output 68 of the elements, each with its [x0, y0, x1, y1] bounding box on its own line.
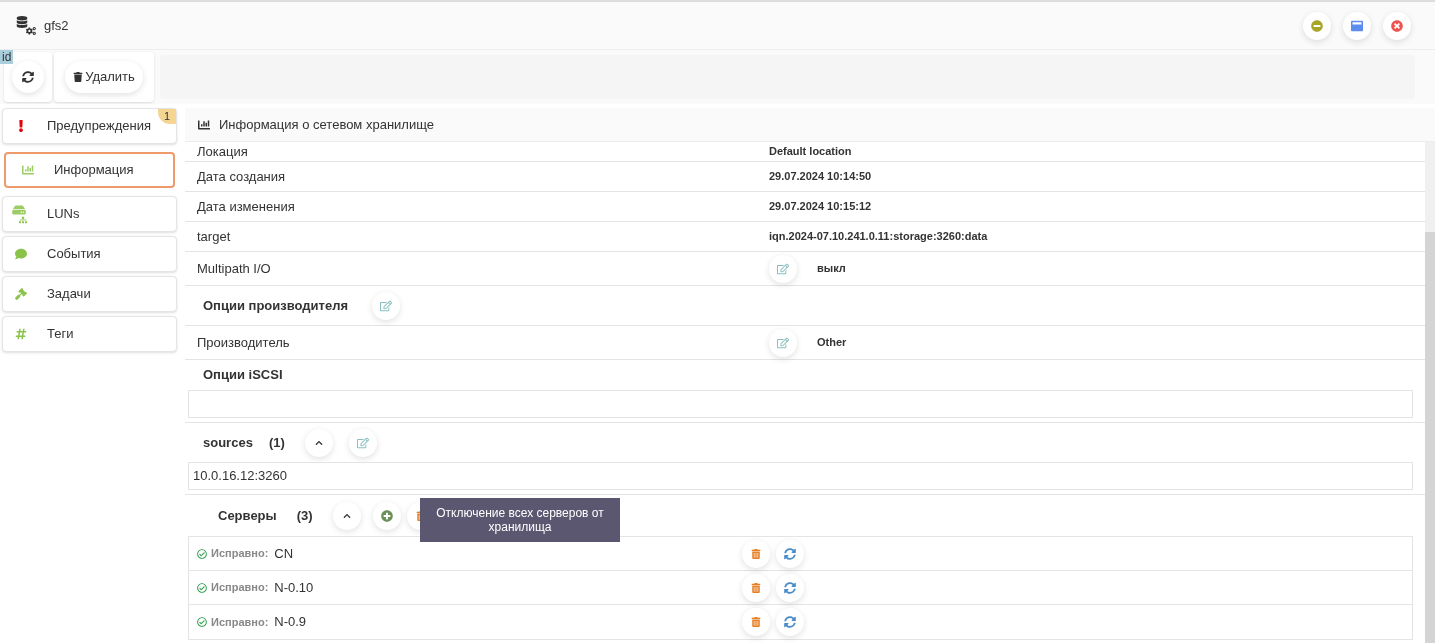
- edit-button[interactable]: [372, 291, 400, 320]
- edit-icon: [380, 299, 392, 312]
- refresh-icon: [784, 616, 797, 628]
- field-value: 29.07.2024 10:15:12: [769, 199, 872, 215]
- count-label: (1): [268, 433, 285, 452]
- gavel-icon: [15, 288, 27, 300]
- trash-icon: [73, 72, 84, 82]
- count-badge: 1: [157, 109, 176, 124]
- field-value: 29.07.2024 10:14:50: [769, 169, 872, 185]
- refresh-button[interactable]: [12, 61, 44, 93]
- field-label: target: [197, 227, 232, 246]
- trash-icon: [751, 582, 762, 593]
- edit-icon: [777, 336, 789, 349]
- close-icon: [1391, 19, 1403, 32]
- count-label: (3): [296, 506, 313, 525]
- field-label: Multipath I/O: [197, 259, 272, 278]
- status-label: Исправно:: [211, 614, 269, 630]
- field-value: Default location: [769, 144, 852, 160]
- edit-button[interactable]: [769, 328, 797, 357]
- field-label: Дата создания: [197, 167, 287, 186]
- edit-button[interactable]: [348, 428, 377, 457]
- delete-button[interactable]: [742, 573, 771, 602]
- minimize-button[interactable]: [1303, 11, 1331, 40]
- field-label: Дата изменения: [197, 197, 296, 216]
- server-name: CN: [274, 544, 295, 563]
- status-label: Исправно:: [211, 546, 269, 562]
- source-item: 10.0.16.12:3260: [188, 462, 1413, 490]
- sidebar-tab[interactable]: LUNs: [2, 196, 177, 232]
- sidebar-tab[interactable]: Предупреждения 1: [2, 108, 177, 144]
- maximize-button[interactable]: [1343, 11, 1371, 40]
- field-value: выкл: [817, 261, 846, 277]
- status-label: Исправно:: [211, 580, 269, 596]
- refresh-icon: [22, 71, 34, 83]
- tooltip: Отключение всех серверов от хранилища: [420, 498, 620, 542]
- chat-bubble-icon: [15, 248, 27, 260]
- field-value: iqn.2024-07.10.241.0.11:storage:3260:data: [769, 229, 988, 245]
- sidebar-tab[interactable]: Информация: [4, 152, 175, 188]
- section-title: Опции производителя: [203, 296, 348, 315]
- field-label: Локация: [197, 142, 249, 161]
- field-value: Other: [817, 335, 847, 351]
- section-title: Опции iSCSI: [203, 366, 283, 385]
- sidebar-tab[interactable]: Теги: [2, 316, 177, 352]
- edit-button[interactable]: [769, 254, 797, 283]
- bar-chart-icon: [197, 118, 211, 131]
- trash-icon: [751, 617, 762, 627]
- delete-button[interactable]: Удалить: [65, 61, 143, 93]
- edit-icon: [356, 436, 369, 449]
- hashtag-icon: [15, 328, 27, 340]
- refresh-icon: [784, 581, 797, 594]
- window-icon: [1351, 19, 1363, 32]
- sidebar-tab[interactable]: Задачи: [2, 276, 177, 312]
- delete-button[interactable]: [742, 539, 771, 568]
- bar-chart-icon: [20, 164, 36, 176]
- add-button[interactable]: [372, 501, 401, 530]
- trash-icon: [751, 548, 762, 559]
- server-name: N-0.10: [274, 578, 315, 597]
- server-name: N-0.9: [274, 613, 308, 632]
- section-title: sources: [203, 433, 253, 452]
- panel-title: Информация о сетевом хранилище: [219, 115, 434, 134]
- refresh-icon: [784, 547, 797, 560]
- close-button[interactable]: [1383, 11, 1411, 40]
- section-title: Серверы: [218, 506, 277, 525]
- sidebar-tab[interactable]: События: [2, 236, 177, 272]
- field-label: Производитель: [197, 333, 291, 352]
- edit-icon: [777, 262, 789, 275]
- id-label: id: [0, 50, 14, 64]
- delete-button[interactable]: [742, 608, 771, 636]
- window-title: gfs2: [44, 16, 69, 35]
